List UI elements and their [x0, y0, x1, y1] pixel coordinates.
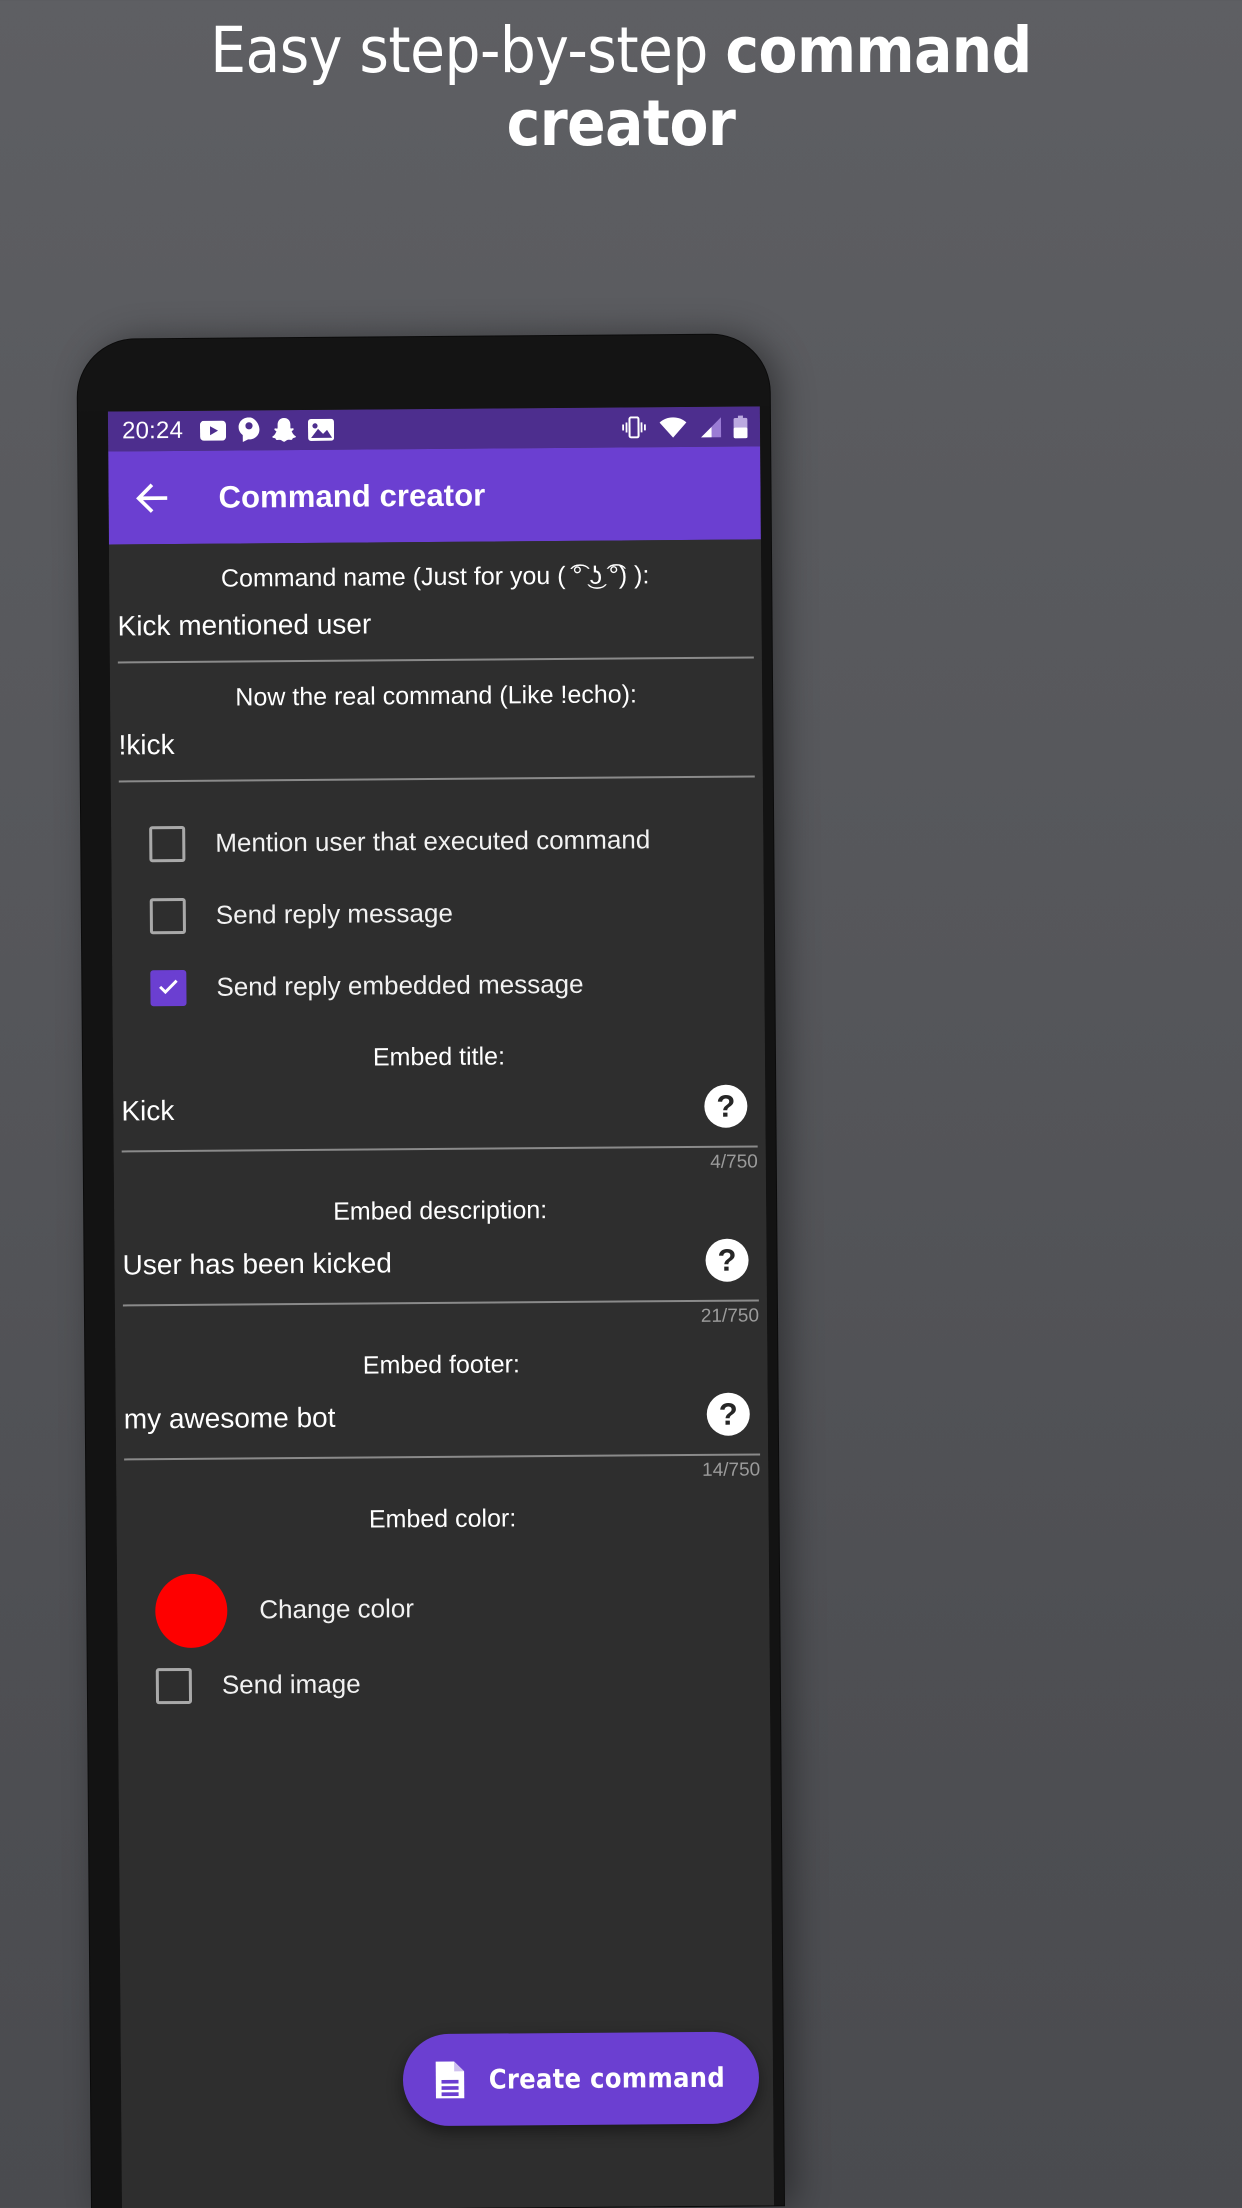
- send-image-section: Send image: [118, 1643, 770, 1704]
- status-bar-clock: 20:24: [121, 416, 184, 445]
- device-top-bezel: [77, 334, 770, 412]
- help-icon-embed-title[interactable]: ?: [704, 1084, 748, 1128]
- checkbox-row-send-reply[interactable]: Send reply message: [112, 875, 765, 952]
- change-color-label[interactable]: Change color: [259, 1593, 414, 1625]
- checkbox-row-send-embed[interactable]: Send reply embedded message: [112, 947, 765, 1024]
- options-checkbox-list: Mention user that executed command Send …: [111, 777, 765, 1024]
- checkbox-send-image[interactable]: [155, 1667, 193, 1704]
- phone-device-frame: 20:24 Command creator Command name (Just…: [77, 334, 784, 2208]
- real-command-field[interactable]: !kick: [118, 709, 755, 783]
- checkbox-label-send-image: Send image: [221, 1668, 361, 1700]
- command-name-label: Command name (Just for you ( ͡° ͜ʖ ͡°) )…: [220, 561, 650, 593]
- photos-icon: [308, 418, 335, 441]
- youtube-icon: [200, 420, 227, 441]
- promo-headline: Easy step-by-step command creator: [0, 14, 1242, 160]
- checkbox-row-send-image[interactable]: Send image: [118, 1657, 770, 1704]
- real-command-label: Now the real command (Like !echo):: [235, 680, 638, 712]
- status-bar-system-icons: [620, 415, 748, 439]
- app-bar: Command creator: [108, 446, 761, 545]
- status-bar: 20:24: [107, 406, 761, 452]
- phone-screen: 20:24 Command creator Command name (Just…: [107, 406, 774, 2208]
- signal-icon: [701, 416, 722, 437]
- embed-color-row[interactable]: Change color: [117, 1533, 770, 1648]
- wifi-icon: [659, 416, 687, 438]
- embed-description-label: Embed description:: [333, 1196, 548, 1226]
- checkbox-mention-user[interactable]: [149, 825, 186, 862]
- command-name-field[interactable]: Kick mentioned user: [117, 590, 754, 664]
- checkmark-icon: [159, 979, 178, 994]
- vibrate-icon: [622, 416, 646, 439]
- create-command-label: Create command: [488, 2062, 726, 2096]
- command-name-value[interactable]: Kick mentioned user: [117, 605, 753, 644]
- real-command-value[interactable]: !kick: [118, 724, 754, 763]
- checkbox-label-send-embed: Send reply embedded message: [216, 969, 584, 1002]
- command-creator-form: Command name (Just for you ( ͡° ͜ʖ ͡°) )…: [108, 539, 774, 2208]
- create-command-button[interactable]: Create command: [402, 2031, 760, 2127]
- embed-title-value[interactable]: Kick: [121, 1090, 704, 1128]
- status-bar-notifications: [200, 415, 620, 444]
- embed-description-value[interactable]: User has been kicked: [122, 1244, 705, 1282]
- battery-icon: [733, 415, 748, 438]
- checkbox-row-mention-user[interactable]: Mention user that executed command: [111, 803, 764, 880]
- checkbox-label-send-reply: Send reply message: [215, 898, 453, 930]
- messenger-icon: [238, 417, 260, 442]
- embed-color-label: Embed color:: [368, 1504, 517, 1534]
- document-icon: [435, 2061, 465, 2099]
- embed-footer-label: Embed footer:: [362, 1350, 521, 1380]
- app-bar-title: Command creator: [218, 477, 486, 515]
- checkbox-send-reply[interactable]: [149, 897, 186, 934]
- help-icon-embed-description[interactable]: ?: [705, 1238, 749, 1283]
- promo-headline-light: Easy step-by-step: [210, 14, 726, 87]
- color-swatch[interactable]: [155, 1573, 228, 1648]
- embed-description-field[interactable]: User has been kicked ?: [122, 1224, 759, 1307]
- embed-footer-value[interactable]: my awesome bot: [124, 1398, 707, 1436]
- embed-title-field[interactable]: Kick ?: [121, 1070, 758, 1153]
- snapchat-icon: [272, 417, 296, 442]
- checkbox-send-embed[interactable]: [150, 969, 187, 1006]
- embed-footer-field[interactable]: my awesome bot ?: [123, 1378, 761, 1461]
- help-icon-embed-footer[interactable]: ?: [706, 1392, 750, 1437]
- checkbox-label-mention-user: Mention user that executed command: [215, 824, 651, 858]
- back-arrow-icon[interactable]: [130, 476, 174, 520]
- embed-title-label: Embed title:: [372, 1042, 506, 1072]
